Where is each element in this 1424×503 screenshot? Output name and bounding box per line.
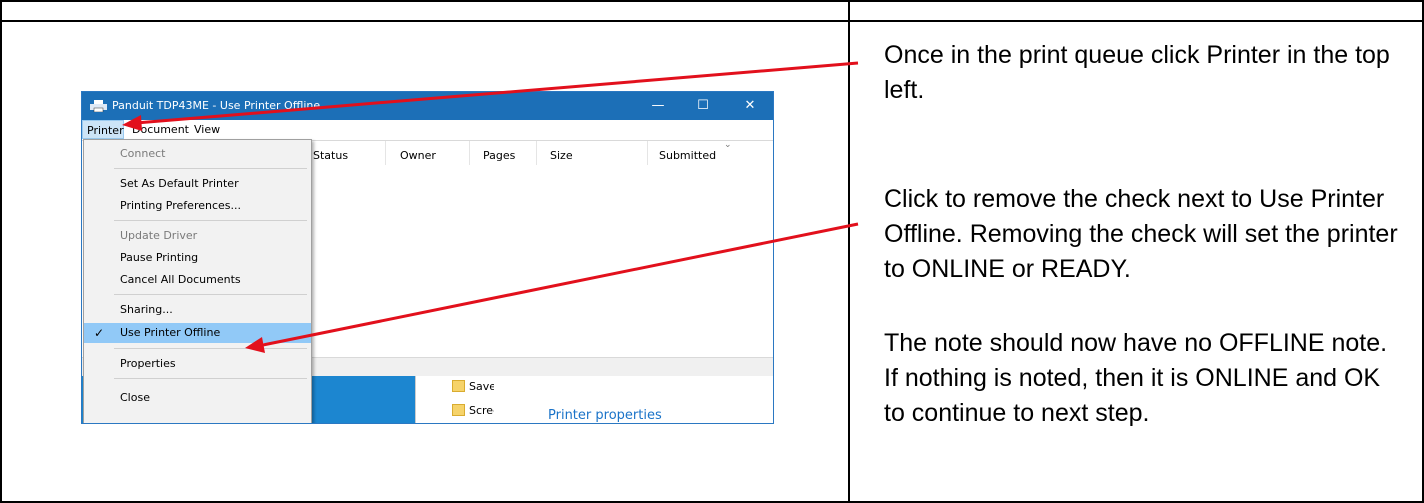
folder-icon	[452, 404, 465, 416]
column-separator	[647, 141, 648, 165]
instruction-step-1: Once in the print queue click Printer in…	[884, 41, 1390, 104]
printer-icon	[90, 100, 107, 112]
menu-separator	[114, 220, 307, 221]
menu-document[interactable]: Document	[132, 123, 189, 136]
maximize-button[interactable]: ☐	[680, 92, 726, 120]
folder-icon	[452, 380, 465, 392]
column-separator	[536, 141, 537, 165]
menu-item-printing-preferences[interactable]: Printing Preferences...	[84, 196, 311, 216]
menu-item-use-printer-offline[interactable]: ✓ Use Printer Offline	[84, 323, 311, 343]
menu-item-properties[interactable]: Properties	[84, 354, 311, 374]
chevron-down-icon: ⌄	[724, 139, 732, 149]
check-icon: ✓	[94, 326, 105, 340]
column-pages[interactable]: Pages	[483, 149, 515, 162]
menu-bar: Printer Document View	[82, 120, 773, 139]
printer-properties-link[interactable]: Printer properties	[548, 408, 662, 423]
menu-separator	[114, 168, 307, 169]
menu-item-pause-printing[interactable]: Pause Printing	[84, 248, 311, 268]
close-button[interactable]: ✕	[727, 92, 773, 120]
menu-item-update-driver[interactable]: Update Driver	[84, 226, 311, 246]
column-owner[interactable]: Owner	[400, 149, 436, 162]
menu-item-label: Use Printer Offline	[120, 326, 221, 339]
instruction-step-3: The note should now have no OFFLINE note…	[884, 329, 1388, 427]
minimize-button[interactable]: —	[635, 92, 681, 120]
column-size[interactable]: Size	[550, 149, 573, 162]
menu-item-cancel-all[interactable]: Cancel All Documents	[84, 270, 311, 290]
folder-label: Saved Pi	[469, 380, 494, 393]
print-queue-window: Panduit TDP43ME - Use Printer Offline — …	[81, 91, 774, 424]
column-separator	[385, 141, 386, 165]
column-submitted[interactable]: Submitted	[659, 149, 716, 162]
folder-list: Saved Pi Screensh	[415, 376, 495, 423]
menu-item-set-default[interactable]: Set As Default Printer	[84, 174, 311, 194]
menu-separator	[114, 348, 307, 349]
menu-item-connect[interactable]: Connect	[84, 144, 311, 164]
menu-printer[interactable]: Printer	[82, 120, 124, 139]
printer-menu-dropdown: Connect Set As Default Printer Printing …	[83, 139, 312, 423]
column-status[interactable]: Status	[313, 149, 348, 162]
window-titlebar: Panduit TDP43ME - Use Printer Offline — …	[82, 92, 773, 120]
window-title: Panduit TDP43ME - Use Printer Offline	[112, 99, 321, 112]
menu-separator	[114, 294, 307, 295]
table-header-row	[0, 0, 1424, 22]
column-separator	[469, 141, 470, 165]
menu-separator	[114, 378, 307, 379]
column-divider	[848, 0, 850, 503]
list-item[interactable]: Screensh	[452, 404, 494, 417]
menu-view[interactable]: View	[194, 123, 220, 136]
menu-item-close[interactable]: Close	[84, 388, 311, 408]
folder-label: Screensh	[469, 404, 494, 417]
menu-item-sharing[interactable]: Sharing...	[84, 300, 311, 320]
list-item[interactable]: Saved Pi	[452, 380, 494, 393]
instruction-step-2: Click to remove the check next to Use Pr…	[884, 185, 1398, 283]
